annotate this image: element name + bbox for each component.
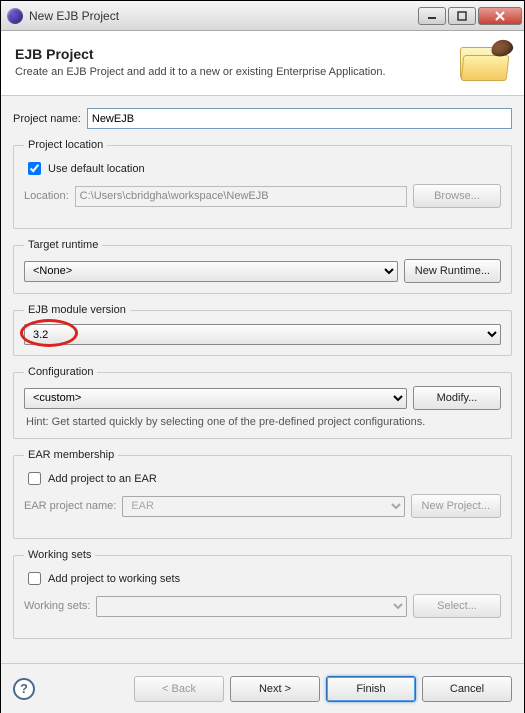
ear-name-label: EAR project name: [24, 500, 116, 512]
configuration-group: Configuration <custom> Modify... Hint: G… [13, 366, 512, 439]
add-to-ear-label: Add project to an EAR [48, 473, 157, 485]
ejb-folder-icon [460, 41, 510, 83]
add-to-ear-checkbox[interactable] [28, 472, 41, 485]
project-location-group: Project location Use default location Lo… [13, 139, 512, 229]
browse-button: Browse... [413, 184, 501, 208]
ear-membership-legend: EAR membership [24, 449, 118, 461]
project-location-legend: Project location [24, 139, 107, 151]
ejb-version-select[interactable]: 3.2 [24, 324, 501, 345]
target-runtime-legend: Target runtime [24, 239, 102, 251]
working-sets-legend: Working sets [24, 549, 95, 561]
target-runtime-select[interactable]: <None> [24, 261, 398, 282]
modify-button[interactable]: Modify... [413, 386, 501, 410]
minimize-button[interactable] [418, 7, 446, 25]
working-sets-group: Working sets Add project to working sets… [13, 549, 512, 639]
use-default-location-label: Use default location [48, 163, 145, 175]
titlebar: New EJB Project [1, 1, 524, 31]
close-button[interactable] [478, 7, 522, 25]
next-button[interactable]: Next > [230, 676, 320, 702]
cancel-button[interactable]: Cancel [422, 676, 512, 702]
project-name-label: Project name: [13, 113, 81, 125]
maximize-button[interactable] [448, 7, 476, 25]
new-ear-project-button: New Project... [411, 494, 501, 518]
location-label: Location: [24, 190, 69, 202]
project-name-input[interactable] [87, 108, 512, 129]
help-icon[interactable]: ? [13, 678, 35, 700]
new-runtime-button[interactable]: New Runtime... [404, 259, 501, 283]
finish-button[interactable]: Finish [326, 676, 416, 702]
select-working-sets-button: Select... [413, 594, 501, 618]
window-title: New EJB Project [29, 9, 418, 23]
ejb-version-group: EJB module version 3.2 [13, 304, 512, 356]
working-sets-select [96, 596, 407, 617]
use-default-location-checkbox[interactable] [28, 162, 41, 175]
wizard-header: EJB Project Create an EJB Project and ad… [1, 31, 524, 96]
wizard-body: Project name: Project location Use defau… [1, 96, 524, 663]
ear-membership-group: EAR membership Add project to an EAR EAR… [13, 449, 512, 539]
back-button: < Back [134, 676, 224, 702]
target-runtime-group: Target runtime <None> New Runtime... [13, 239, 512, 294]
page-subtitle: Create an EJB Project and add it to a ne… [15, 66, 460, 78]
location-input [75, 186, 407, 207]
working-sets-label: Working sets: [24, 600, 90, 612]
ear-name-select: EAR [122, 496, 404, 517]
ejb-version-legend: EJB module version [24, 304, 130, 316]
eclipse-icon [7, 8, 23, 24]
configuration-legend: Configuration [24, 366, 97, 378]
add-to-working-sets-checkbox[interactable] [28, 572, 41, 585]
configuration-select[interactable]: <custom> [24, 388, 407, 409]
configuration-hint: Hint: Get started quickly by selecting o… [26, 416, 501, 428]
add-to-working-sets-label: Add project to working sets [48, 573, 180, 585]
wizard-footer: ? < Back Next > Finish Cancel [1, 663, 524, 713]
page-title: EJB Project [15, 46, 460, 62]
